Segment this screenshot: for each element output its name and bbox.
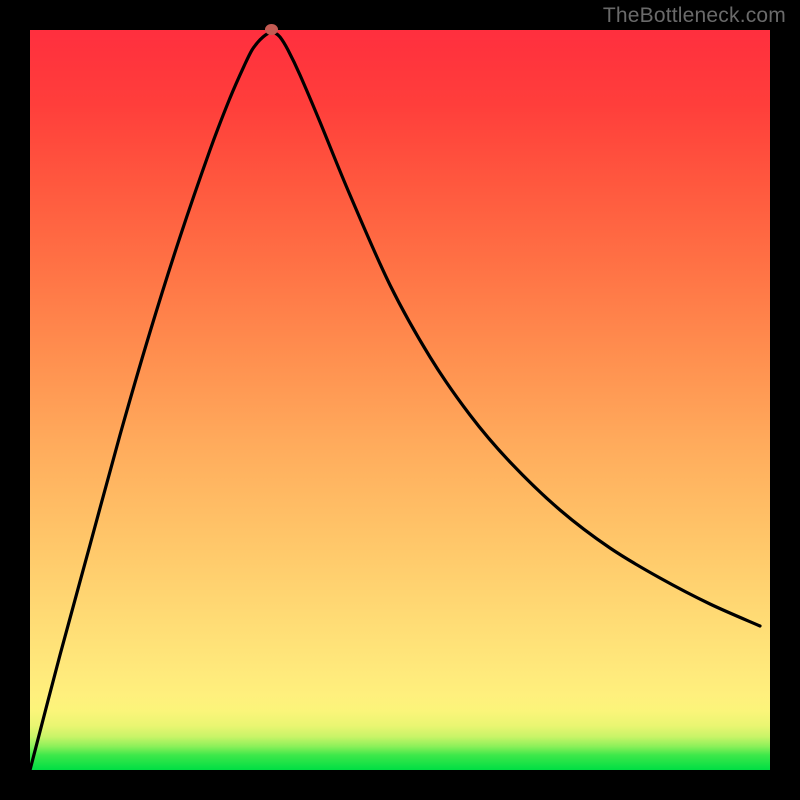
watermark-text: TheBottleneck.com: [603, 4, 786, 28]
minimum-marker: [265, 24, 278, 35]
bottleneck-curve-svg: [30, 30, 770, 770]
bottleneck-curve-path: [30, 32, 760, 770]
chart-frame: TheBottleneck.com: [0, 0, 800, 800]
